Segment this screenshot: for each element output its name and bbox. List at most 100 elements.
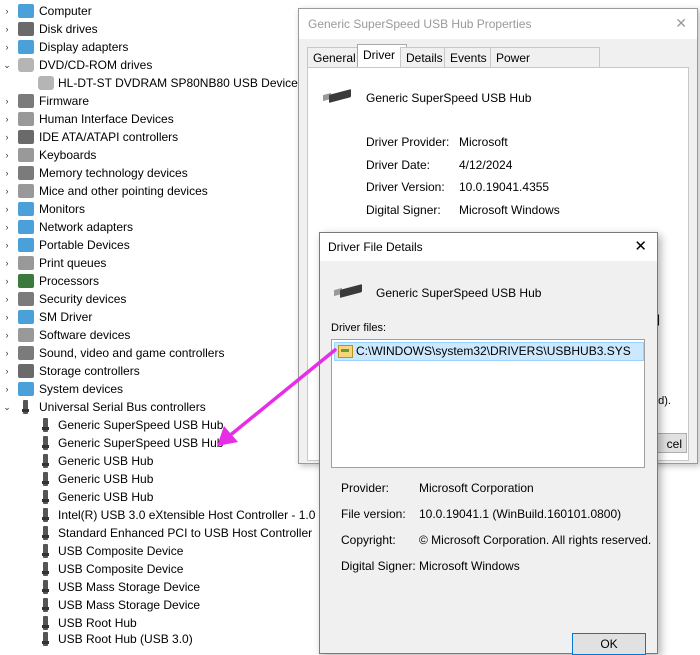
tree-item-usb-device[interactable]: USB Mass Storage Device (0, 578, 320, 596)
tree-item-sound[interactable]: › Sound, video and game controllers (0, 344, 300, 362)
tree-item-usb-device[interactable]: USB Root Hub (USB 3.0) (0, 630, 320, 646)
expand-icon[interactable]: › (2, 362, 12, 380)
tree-item-display-adapters[interactable]: › Display adapters (0, 38, 300, 56)
expand-icon[interactable]: › (2, 326, 12, 344)
expand-icon[interactable]: › (2, 146, 12, 164)
usb-icon (38, 632, 54, 646)
tree-item-memory[interactable]: › Memory technology devices (0, 164, 300, 182)
tree-item-usb-device[interactable]: USB Composite Device (0, 542, 320, 560)
dialog-title: Driver File Details (328, 240, 423, 254)
tree-item-label: IDE ATA/ATAPI controllers (39, 130, 179, 144)
expand-icon[interactable]: › (2, 200, 12, 218)
expand-icon[interactable]: › (2, 236, 12, 254)
expand-icon[interactable]: › (2, 290, 12, 308)
tree-item-monitors[interactable]: › Monitors (0, 200, 300, 218)
tree-item-usb-device[interactable]: Generic USB Hub (0, 470, 320, 488)
tab-details[interactable]: Details (400, 47, 449, 68)
expand-icon[interactable]: › (2, 218, 12, 236)
printer-icon (18, 256, 34, 270)
collapse-icon[interactable]: ⌄ (2, 398, 12, 416)
tree-item-ide[interactable]: › IDE ATA/ATAPI controllers (0, 128, 300, 146)
tree-item-hid[interactable]: › Human Interface Devices (0, 110, 300, 128)
tree-item-storage[interactable]: › Storage controllers (0, 362, 300, 380)
driver-provider-value: Microsoft (459, 135, 508, 149)
tree-item-usb-device[interactable]: Generic USB Hub (0, 452, 320, 470)
tab-general[interactable]: General (307, 47, 361, 68)
tree-item-usb-device[interactable]: USB Mass Storage Device (0, 596, 320, 614)
display-adapter-icon (18, 40, 34, 54)
expand-icon[interactable]: › (2, 380, 12, 398)
tree-item-label: Sound, video and game controllers (39, 346, 225, 360)
expand-icon[interactable]: › (2, 110, 12, 128)
tree-item-security[interactable]: › Security devices (0, 290, 300, 308)
usb-icon (38, 544, 54, 558)
tree-item-usb-device[interactable]: USB Composite Device (0, 560, 320, 578)
memory-icon (18, 166, 34, 180)
tree-item-usb-device[interactable]: Generic USB Hub (0, 488, 320, 506)
tree-item-label: Standard Enhanced PCI to USB Host Contro… (58, 526, 313, 540)
digital-signer-value: Microsoft Windows (459, 203, 560, 217)
close-icon[interactable]: ✕ (634, 237, 647, 255)
usb-icon (38, 598, 54, 612)
usb-icon (38, 580, 54, 594)
tree-item-disk-drives[interactable]: › Disk drives (0, 20, 300, 38)
tree-item-mice[interactable]: › Mice and other pointing devices (0, 182, 300, 200)
mouse-icon (18, 184, 34, 198)
tree-item-label: Generic USB Hub (58, 490, 154, 504)
title-bar[interactable]: Driver File Details ✕ (320, 233, 657, 261)
usb-icon (38, 418, 54, 432)
expand-icon[interactable]: › (2, 2, 12, 20)
tree-item-keyboards[interactable]: › Keyboards (0, 146, 300, 164)
tab-power-management[interactable]: Power Management (490, 47, 600, 85)
expand-icon[interactable]: › (2, 38, 12, 56)
driver-files-list[interactable]: C:\WINDOWS\system32\DRIVERS\USBHUB3.SYS (331, 339, 645, 468)
expand-icon[interactable]: › (2, 182, 12, 200)
expand-icon[interactable]: › (2, 254, 12, 272)
expand-icon[interactable]: › (2, 164, 12, 182)
usb-icon (38, 454, 54, 468)
tab-events[interactable]: Events (444, 47, 495, 68)
tree-item-label: Storage controllers (39, 364, 140, 378)
tree-item-firmware[interactable]: › Firmware (0, 92, 300, 110)
title-bar[interactable]: Generic SuperSpeed USB Hub Properties ✕ (299, 9, 697, 39)
driver-date-value: 4/12/2024 (459, 158, 513, 172)
tree-item-dvd-drives[interactable]: ⌄ DVD/CD-ROM drives (0, 56, 300, 74)
expand-icon[interactable]: › (2, 344, 12, 362)
driver-file-item[interactable]: C:\WINDOWS\system32\DRIVERS\USBHUB3.SYS (334, 342, 644, 361)
tree-item-network[interactable]: › Network adapters (0, 218, 300, 236)
tree-item-label: SM Driver (39, 310, 93, 324)
tree-item-label: Generic USB Hub (58, 472, 154, 486)
usb-icon (18, 400, 34, 414)
window-title: Generic SuperSpeed USB Hub Properties (308, 17, 532, 31)
file-version-label: File version: (341, 507, 406, 521)
expand-icon[interactable]: › (2, 308, 12, 326)
tree-item-software[interactable]: › Software devices (0, 326, 300, 344)
tree-item-label: Intel(R) USB 3.0 eXtensible Host Control… (58, 508, 333, 522)
tree-item-dvd-device[interactable]: HL-DT-ST DVDRAM SP80NB80 USB Device (0, 74, 300, 92)
dvd-drive-icon (38, 76, 54, 90)
tree-item-usb-device[interactable]: Standard Enhanced PCI to USB Host Contro… (0, 524, 320, 542)
close-icon[interactable]: ✕ (675, 15, 687, 32)
tree-item-usb-device[interactable]: Generic SuperSpeed USB Hub (0, 434, 320, 452)
tree-item-portable[interactable]: › Portable Devices (0, 236, 300, 254)
usb-icon (38, 436, 54, 450)
digital-signer-value: Microsoft Windows (419, 559, 520, 573)
portable-device-icon (18, 238, 34, 252)
tree-item-usb-controllers[interactable]: ⌄ Universal Serial Bus controllers (0, 398, 300, 416)
tree-item-usb-device[interactable]: Generic SuperSpeed USB Hub (0, 416, 320, 434)
tree-item-label: HL-DT-ST DVDRAM SP80NB80 USB Device (58, 76, 298, 90)
expand-icon[interactable]: › (2, 272, 12, 290)
tree-item-usb-device[interactable]: Intel(R) USB 3.0 eXtensible Host Control… (0, 506, 333, 524)
expand-icon[interactable]: › (2, 128, 12, 146)
tree-item-print-queues[interactable]: › Print queues (0, 254, 300, 272)
tree-item-sm-driver[interactable]: › SM Driver (0, 308, 300, 326)
tree-item-system[interactable]: › System devices (0, 380, 300, 398)
tree-item-processors[interactable]: › Processors (0, 272, 300, 290)
tree-item-computer[interactable]: › Computer (0, 2, 300, 20)
ok-button[interactable]: OK (572, 633, 646, 655)
expand-icon[interactable]: › (2, 20, 12, 38)
tree-item-label: Software devices (39, 328, 131, 342)
collapse-icon[interactable]: ⌄ (2, 56, 12, 74)
expand-icon[interactable]: › (2, 92, 12, 110)
tree-item-label: Generic USB Hub (58, 454, 154, 468)
